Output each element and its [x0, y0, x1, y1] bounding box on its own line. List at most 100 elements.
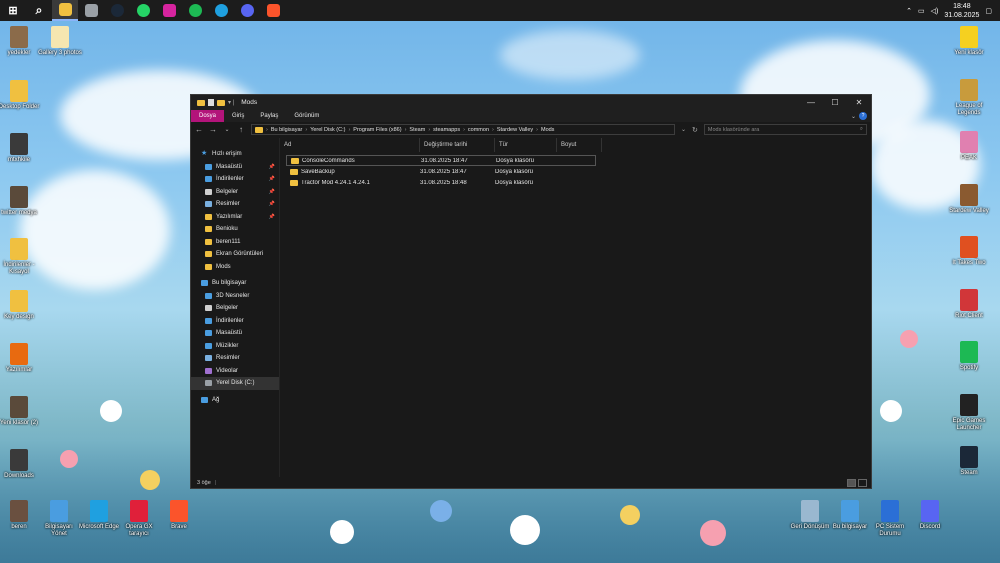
nav-item[interactable]: Ekran Görüntüleri [191, 248, 279, 261]
whatsapp-taskbar-button[interactable] [130, 0, 156, 21]
quick-access-toolbar-icon[interactable] [208, 99, 214, 106]
help-icon[interactable]: ? [859, 112, 867, 120]
breadcrumb-item[interactable]: Stardew Valley [497, 127, 533, 133]
discord-taskbar-button[interactable] [234, 0, 260, 21]
search-input[interactable]: Mods klasöründe ara [708, 127, 860, 133]
nav-item[interactable]: Yerel Disk (C:) [191, 377, 279, 390]
file-row[interactable]: SaveBackup 31.08.2025 18:47 Dosya klasörü [286, 166, 596, 177]
instagram-taskbar-button[interactable] [156, 0, 182, 21]
tab-view[interactable]: Görünüm [286, 110, 327, 122]
nav-item[interactable]: Benioku [191, 223, 279, 236]
large-icons-view-button[interactable] [858, 478, 867, 487]
recent-locations-button[interactable]: ⌄ [223, 126, 231, 133]
desktop-icon[interactable]: Desktop Folder [0, 80, 41, 111]
notifications-icon[interactable]: ▢ [985, 7, 992, 15]
desktop-icon[interactable]: Yazılımlar [0, 343, 41, 374]
nav-item[interactable]: Yazılımlar 📌 [191, 211, 279, 224]
close-button[interactable]: ✕ [847, 98, 871, 107]
column-type[interactable]: Tür [495, 138, 557, 152]
nav-item[interactable]: Bu bilgisayar [191, 277, 279, 290]
nav-item[interactable]: Videolar [191, 365, 279, 378]
desktop-icon[interactable]: Spotify [947, 341, 991, 372]
nav-item[interactable]: Belgeler [191, 302, 279, 315]
nav-item[interactable]: Resimler [191, 352, 279, 365]
breadcrumb-separator-icon[interactable]: › [266, 127, 268, 133]
app-taskbar-button[interactable] [78, 0, 104, 21]
minimize-button[interactable]: — [799, 98, 823, 107]
desktop-icon[interactable]: Bilgisayarı Yönet [37, 500, 81, 538]
nav-item[interactable]: Mods [191, 261, 279, 274]
breadcrumb-separator-icon[interactable]: › [463, 127, 465, 133]
desktop-icon[interactable]: beren [0, 500, 41, 531]
desktop-icon[interactable]: Key design [0, 290, 41, 321]
desktop-icon[interactable]: Opera GX tarayıcı [117, 500, 161, 538]
desktop-icon[interactable]: Bu bilgisayar [828, 500, 872, 531]
clock[interactable]: 18:48 31.08.2025 [944, 2, 979, 20]
windows-start-taskbar-button[interactable]: ⊞ [0, 0, 26, 21]
desktop-icon[interactable]: Gallery 3 photos [38, 26, 82, 57]
desktop-icon[interactable]: PEAK [947, 131, 991, 162]
network-icon[interactable]: ▭ [918, 7, 925, 15]
breadcrumb-item[interactable]: Steam [409, 127, 425, 133]
desktop-icon[interactable]: Epic Games Launcher [947, 393, 991, 432]
tab-share[interactable]: Paylaş [252, 110, 286, 122]
column-size[interactable]: Boyut [557, 138, 602, 152]
customize-toolbar-icon[interactable]: ▾ | [228, 99, 234, 106]
desktop-icon[interactable]: Downloads [0, 449, 41, 480]
breadcrumb-item[interactable]: Bu bilgisayar [271, 127, 303, 133]
desktop-icon[interactable]: yedekler [0, 26, 41, 57]
desktop-icon[interactable]: Geri Dönüşüm [788, 500, 832, 531]
refresh-icon[interactable]: ↻ [692, 126, 698, 134]
details-view-button[interactable] [847, 478, 856, 487]
breadcrumb-separator-icon[interactable]: › [428, 127, 430, 133]
desktop-icon[interactable]: League of Legends [947, 78, 991, 117]
tab-home[interactable]: Giriş [224, 110, 252, 122]
breadcrumb-separator-icon[interactable]: › [305, 127, 307, 133]
column-date-modified[interactable]: Değiştirme tarihi [420, 138, 495, 152]
nav-item[interactable]: Resimler 📌 [191, 198, 279, 211]
breadcrumb-item[interactable]: Mods [541, 127, 554, 133]
desktop-icon[interactable]: mtxhkile [0, 133, 41, 164]
search-taskbar-button[interactable]: ⌕ [26, 0, 52, 21]
file-row[interactable]: Tractor Mod 4.24.1 4.24.1 31.08.2025 18:4… [286, 177, 596, 188]
desktop-icon[interactable]: Steam [947, 446, 991, 477]
search-box[interactable]: Mods klasöründe ara ⌕ [703, 124, 867, 135]
breadcrumb-separator-icon[interactable]: › [492, 127, 494, 133]
spotify-taskbar-button[interactable] [182, 0, 208, 21]
breadcrumb-item[interactable]: Program Files (x86) [353, 127, 401, 133]
breadcrumb-item[interactable]: steamapps [433, 127, 460, 133]
new-folder-icon[interactable] [217, 99, 225, 106]
desktop-icon[interactable]: PC Sistem Durumu [868, 500, 912, 538]
steam-taskbar-button[interactable] [104, 0, 130, 21]
desktop-icon[interactable]: twitter medya [0, 186, 41, 217]
desktop-icon[interactable]: Brave [157, 500, 201, 531]
breadcrumb-item[interactable]: common [468, 127, 489, 133]
brave-taskbar-button[interactable] [260, 0, 286, 21]
up-button[interactable]: ↑ [237, 125, 245, 134]
tab-file[interactable]: Dosya [191, 110, 225, 122]
file-row[interactable]: ConsoleCommands 31.08.2025 18:47 Dosya kla… [286, 155, 596, 166]
nav-item[interactable]: ★ Hızlı erişim [191, 148, 279, 161]
desktop-icon[interactable]: Yeni klasör [947, 26, 991, 57]
nav-item[interactable]: Müzikler [191, 340, 279, 353]
nav-item[interactable]: 3D Nesneler [191, 290, 279, 303]
title-bar[interactable]: ▾ | Mods — ☐ ✕ [191, 95, 871, 110]
nav-item[interactable]: İndirilenler [191, 315, 279, 328]
desktop-icon[interactable]: İndirilenler - Kısayol [0, 238, 41, 276]
breadcrumb-separator-icon[interactable]: › [348, 127, 350, 133]
desktop-icon[interactable]: Riot Client [947, 288, 991, 320]
nav-item[interactable]: Masaüstü 📌 [191, 161, 279, 174]
chevron-up-icon[interactable]: ⌃ [906, 7, 912, 15]
edge-taskbar-button[interactable] [208, 0, 234, 21]
nav-item[interactable]: Ağ [191, 394, 279, 407]
volume-icon[interactable]: ◁) [931, 7, 939, 15]
expand-ribbon-icon[interactable]: ⌄ [851, 113, 859, 120]
address-bar[interactable]: › Bu bilgisayar › Yerel Disk (C:) › Program F… [251, 124, 675, 135]
nav-item[interactable]: Belgeler 📌 [191, 186, 279, 199]
back-button[interactable]: ← [195, 125, 203, 134]
maximize-button[interactable]: ☐ [823, 98, 847, 107]
desktop-icon[interactable]: Yeni klasör (2) [0, 396, 41, 427]
address-dropdown-icon[interactable]: ⌄ [681, 126, 686, 133]
file-explorer-taskbar-button[interactable] [52, 0, 78, 21]
nav-item[interactable]: Masaüstü [191, 327, 279, 340]
